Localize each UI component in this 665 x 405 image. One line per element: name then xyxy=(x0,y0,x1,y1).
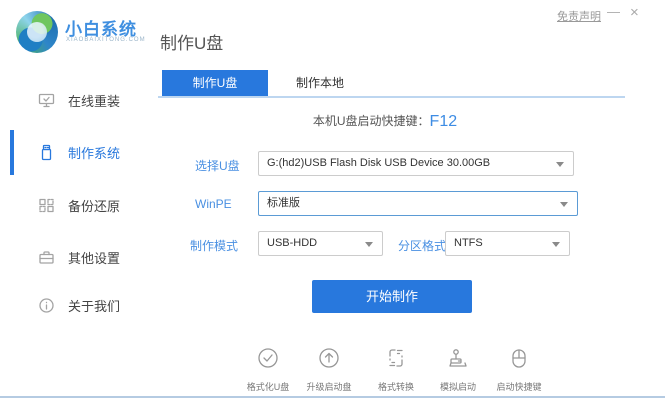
winpe-dropdown[interactable]: 标准版 xyxy=(258,191,578,216)
sidebar-item-make-system[interactable]: 制作系统 xyxy=(0,141,150,163)
partition-dropdown[interactable]: NTFS xyxy=(445,231,570,256)
boot-hotkey-icon xyxy=(507,346,531,375)
tab-make-local[interactable]: 制作本地 xyxy=(268,70,372,96)
tool-boot-hotkey[interactable]: 启动快捷键 xyxy=(487,346,551,393)
mode-value: USB-HDD xyxy=(267,237,317,249)
app-logo xyxy=(16,11,58,53)
toolbox-icon xyxy=(38,249,55,266)
sidebar-item-label: 关于我们 xyxy=(68,296,120,315)
info-icon xyxy=(38,297,55,314)
tool-format-convert[interactable]: 格式转换 xyxy=(364,346,428,393)
tab-make-usb[interactable]: 制作U盘 xyxy=(162,70,268,96)
tool-format-usb[interactable]: 格式化U盘 xyxy=(236,346,300,393)
sidebar-item-online-reinstall[interactable]: 在线重装 xyxy=(0,89,150,111)
sidebar-item-about-us[interactable]: 关于我们 xyxy=(0,294,150,316)
upgrade-boot-icon xyxy=(317,346,341,375)
usb-select-value: G:(hd2)USB Flash Disk USB Device 30.00GB xyxy=(267,157,490,169)
tool-label: 启动快捷键 xyxy=(496,380,541,393)
format-convert-icon xyxy=(384,346,408,375)
tool-upgrade-boot[interactable]: 升级启动盘 xyxy=(297,346,361,393)
chevron-down-icon xyxy=(365,242,373,247)
format-usb-icon xyxy=(256,346,280,375)
backup-restore-icon xyxy=(38,197,55,214)
sidebar-item-label: 备份还原 xyxy=(68,196,120,215)
start-make-button[interactable]: 开始制作 xyxy=(312,280,472,313)
usb-drive-icon xyxy=(38,144,55,161)
winpe-label: WinPE xyxy=(195,197,232,211)
tool-simulate-boot[interactable]: 模拟启动 xyxy=(426,346,490,393)
app-logo-subtitle: XIAOBAIXITONG.COM xyxy=(66,37,146,43)
tool-label: 格式化U盘 xyxy=(247,380,290,393)
boot-hotkey-label: 本机U盘启动快捷键： xyxy=(313,114,430,128)
minimize-button[interactable]: — xyxy=(607,4,620,19)
mode-dropdown[interactable]: USB-HDD xyxy=(258,231,383,256)
boot-hotkey-value: F12 xyxy=(430,113,458,130)
app-window: 小白系统 XIAOBAIXITONG.COM 制作U盘 免责声明 — × 在线重… xyxy=(0,0,665,405)
chevron-down-icon xyxy=(560,202,568,207)
tab-underline xyxy=(158,96,625,98)
chevron-down-icon xyxy=(552,242,560,247)
usb-select-label: 选择U盘 xyxy=(195,157,240,174)
tool-label: 模拟启动 xyxy=(440,380,476,393)
sidebar-item-label: 在线重装 xyxy=(68,91,120,110)
tool-label: 格式转换 xyxy=(378,380,414,393)
winpe-value: 标准版 xyxy=(267,197,300,209)
disclaimer-link[interactable]: 免责声明 xyxy=(557,8,601,24)
simulate-boot-icon xyxy=(446,346,470,375)
tool-label: 升级启动盘 xyxy=(306,380,351,393)
sidebar-item-label: 制作系统 xyxy=(68,143,120,162)
partition-value: NTFS xyxy=(454,237,483,249)
boot-hotkey-hint: 本机U盘启动快捷键：F12 xyxy=(150,112,620,131)
usb-select-dropdown[interactable]: G:(hd2)USB Flash Disk USB Device 30.00GB xyxy=(258,151,574,176)
mode-label: 制作模式 xyxy=(190,237,238,254)
close-button[interactable]: × xyxy=(630,4,639,21)
page-title: 制作U盘 xyxy=(160,29,223,54)
partition-label: 分区格式 xyxy=(398,237,446,254)
chevron-down-icon xyxy=(556,162,564,167)
window-bottom-divider xyxy=(0,396,665,398)
sidebar-item-backup-restore[interactable]: 备份还原 xyxy=(0,194,150,216)
main-content: 制作U盘 制作本地 本机U盘启动快捷键：F12 选择U盘 G:(hd2)USB … xyxy=(150,60,655,405)
monitor-reinstall-icon xyxy=(38,92,55,109)
sidebar-item-other-settings[interactable]: 其他设置 xyxy=(0,246,150,268)
sidebar-item-label: 其他设置 xyxy=(68,248,120,267)
